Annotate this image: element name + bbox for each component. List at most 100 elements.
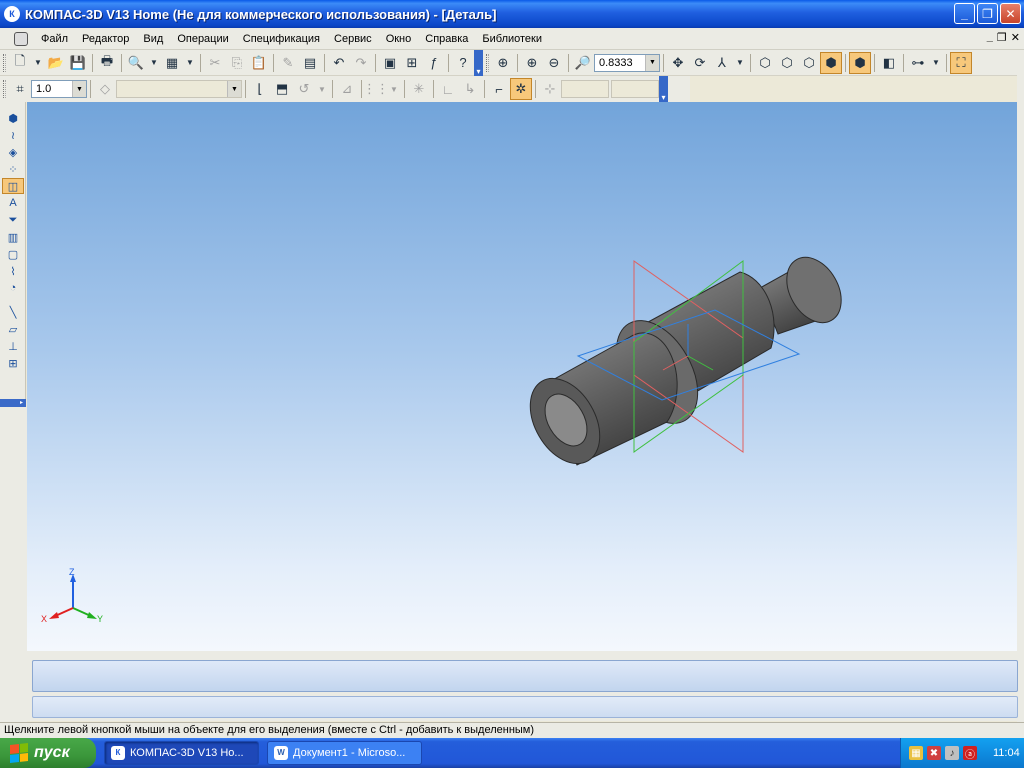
chevron-down-icon[interactable]: ▼ <box>929 52 943 74</box>
orientation-icon[interactable]: ⅄ <box>711 52 733 74</box>
chevron-down-icon[interactable]: ▼ <box>733 52 747 74</box>
local-cs-icon[interactable]: ⌊ <box>249 78 271 100</box>
tree-filter-icon[interactable]: ⊶ <box>907 52 929 74</box>
measure-icon[interactable]: ⊿ <box>336 78 358 100</box>
model-viewport[interactable]: Z X Y <box>27 102 1022 651</box>
chevron-down-icon[interactable]: ▼ <box>387 78 401 100</box>
print-preview-icon[interactable]: 🔍 <box>125 52 147 74</box>
chevron-down-icon[interactable]: ▼ <box>645 54 659 71</box>
security-icon[interactable]: ✖ <box>927 746 941 760</box>
minimize-button[interactable]: _ <box>954 3 975 24</box>
surfaces-icon[interactable]: ◈ <box>2 144 24 160</box>
chevron-down-icon[interactable]: ▼ <box>183 52 197 74</box>
zoom-in-icon[interactable]: ⊕ <box>521 52 543 74</box>
filter-icon[interactable]: ⏷ <box>2 212 24 228</box>
toolbar-overflow-icon[interactable]: ▾ <box>659 76 668 102</box>
menu-service[interactable]: Сервис <box>327 28 379 50</box>
line-tool-icon[interactable]: ╲ <box>2 304 24 320</box>
toolbar-grip[interactable] <box>3 80 6 98</box>
pan-icon[interactable]: ✥ <box>667 52 689 74</box>
manager-icon[interactable]: ▣ <box>379 52 401 74</box>
menu-window[interactable]: Окно <box>379 28 419 50</box>
selection-filter-icon[interactable]: ⛶ <box>950 51 972 74</box>
macro-icon[interactable]: ⊞ <box>2 355 24 371</box>
menu-file[interactable]: Файл <box>34 28 75 50</box>
perspective-icon[interactable]: ◧ <box>878 52 900 74</box>
zoom-combo[interactable]: 0.8333 ▼ <box>594 53 660 72</box>
part-model[interactable] <box>516 248 852 476</box>
model-canvas[interactable] <box>27 102 1022 651</box>
grid-icon[interactable]: ⋮⋮ <box>363 78 389 100</box>
chevron-down-icon[interactable]: ▼ <box>31 52 45 74</box>
kompas-app-icon[interactable]: К <box>4 6 20 22</box>
coord-field-b[interactable] <box>611 80 659 98</box>
step-combo[interactable]: 1.0 ▼ <box>31 80 87 98</box>
shaded-icon[interactable]: ⬢ <box>820 51 842 74</box>
help-pointer-icon[interactable]: ? <box>452 52 474 74</box>
plane-tool-icon[interactable]: ▱ <box>2 321 24 337</box>
coordinates-icon[interactable]: ⊹ <box>539 78 561 100</box>
paste-icon[interactable]: 📋 <box>248 52 270 74</box>
coord-field-a[interactable] <box>561 80 609 98</box>
taskbar-item-kompas[interactable]: К КОМПАС-3D V13 Ho... <box>104 741 259 765</box>
layer-combo[interactable]: ▼ <box>116 80 242 98</box>
menu-editor[interactable]: Редактор <box>75 28 136 50</box>
format-painter-icon[interactable]: ✎ <box>277 52 299 74</box>
thin-hidden-lines-icon[interactable]: ⬡ <box>798 52 820 74</box>
taskbar-item-word[interactable]: W Документ1 - Microso... <box>267 741 422 765</box>
grid-step-icon[interactable]: ⌗ <box>9 78 31 100</box>
save-icon[interactable]: 💾 <box>67 52 89 74</box>
zoom-scale-icon[interactable]: 🔎 <box>572 52 594 74</box>
redo-icon[interactable]: ↷ <box>350 52 372 74</box>
volume-icon[interactable]: ♪ <box>945 746 959 760</box>
undo-icon[interactable]: ↶ <box>328 52 350 74</box>
snap-icon[interactable]: ✳ <box>408 78 430 100</box>
variables-fx-icon[interactable]: ƒ <box>423 52 445 74</box>
shaded-edges-icon[interactable]: ⬢ <box>849 51 871 74</box>
arrays-icon[interactable]: ⁘ <box>2 161 24 177</box>
chevron-down-icon[interactable]: ▼ <box>72 81 86 97</box>
reports-icon[interactable]: ⌇ <box>2 263 24 279</box>
menu-help[interactable]: Справка <box>418 28 475 50</box>
chevron-down-icon[interactable]: ▼ <box>147 52 161 74</box>
toolbar-grip[interactable] <box>3 53 6 72</box>
chevron-down-icon[interactable]: ▼ <box>227 81 241 97</box>
wireframe-icon[interactable]: ⬡ <box>754 52 776 74</box>
chevron-down-icon[interactable]: ▼ <box>315 78 329 100</box>
mdi-minimize-button[interactable]: _ <box>987 31 993 44</box>
specification-icon[interactable]: ▢ <box>2 246 24 262</box>
measure-tool-icon[interactable]: ▥ <box>2 229 24 245</box>
link-icon[interactable]: ↺ <box>293 78 315 100</box>
menu-operations[interactable]: Операции <box>170 28 235 50</box>
rotate-icon[interactable]: ⟳ <box>689 52 711 74</box>
network-icon[interactable]: ▦ <box>909 746 923 760</box>
plane-orientation-icon[interactable]: ⬒ <box>271 78 293 100</box>
document-icon[interactable] <box>14 31 28 46</box>
hidden-lines-icon[interactable]: ⬡ <box>776 52 798 74</box>
layer-icon[interactable]: ◇ <box>94 78 116 100</box>
snaps-active-icon[interactable]: ✲ <box>510 78 532 100</box>
round-icon[interactable]: ⌐ <box>488 78 510 100</box>
panel-expand-icon[interactable]: ▸ <box>0 399 26 407</box>
toolbar-grip[interactable] <box>486 53 489 72</box>
start-button[interactable]: пуск <box>0 738 96 768</box>
curves-icon[interactable]: ≀ <box>2 127 24 143</box>
view-options-icon[interactable]: ▦ <box>161 52 183 74</box>
properties-icon[interactable]: ▤ <box>299 52 321 74</box>
axis-tool-icon[interactable]: ⊥ <box>2 338 24 354</box>
open-folder-icon[interactable]: 📂 <box>45 52 67 74</box>
library-manager-icon[interactable]: ⊞ <box>401 52 423 74</box>
mdi-close-button[interactable]: ✕ <box>1011 31 1020 44</box>
menu-view[interactable]: Вид <box>136 28 170 50</box>
edit-part-icon[interactable]: ⬢ <box>2 110 24 126</box>
new-document-icon[interactable]: 🗋 <box>9 52 31 74</box>
sheet-metal-icon[interactable]: ◔ <box>2 280 24 296</box>
maximize-button[interactable]: ❐ <box>977 3 998 24</box>
aux-geometry-icon[interactable]: ◫ <box>2 178 24 194</box>
menu-libraries[interactable]: Библиотеки <box>475 28 549 50</box>
clock[interactable]: 11:04 <box>993 747 1020 759</box>
close-button[interactable]: ✕ <box>1000 3 1021 24</box>
mdi-restore-button[interactable]: ❐ <box>997 31 1007 44</box>
copy-icon[interactable]: ⎘ <box>226 52 248 74</box>
cut-icon[interactable]: ✂ <box>204 52 226 74</box>
